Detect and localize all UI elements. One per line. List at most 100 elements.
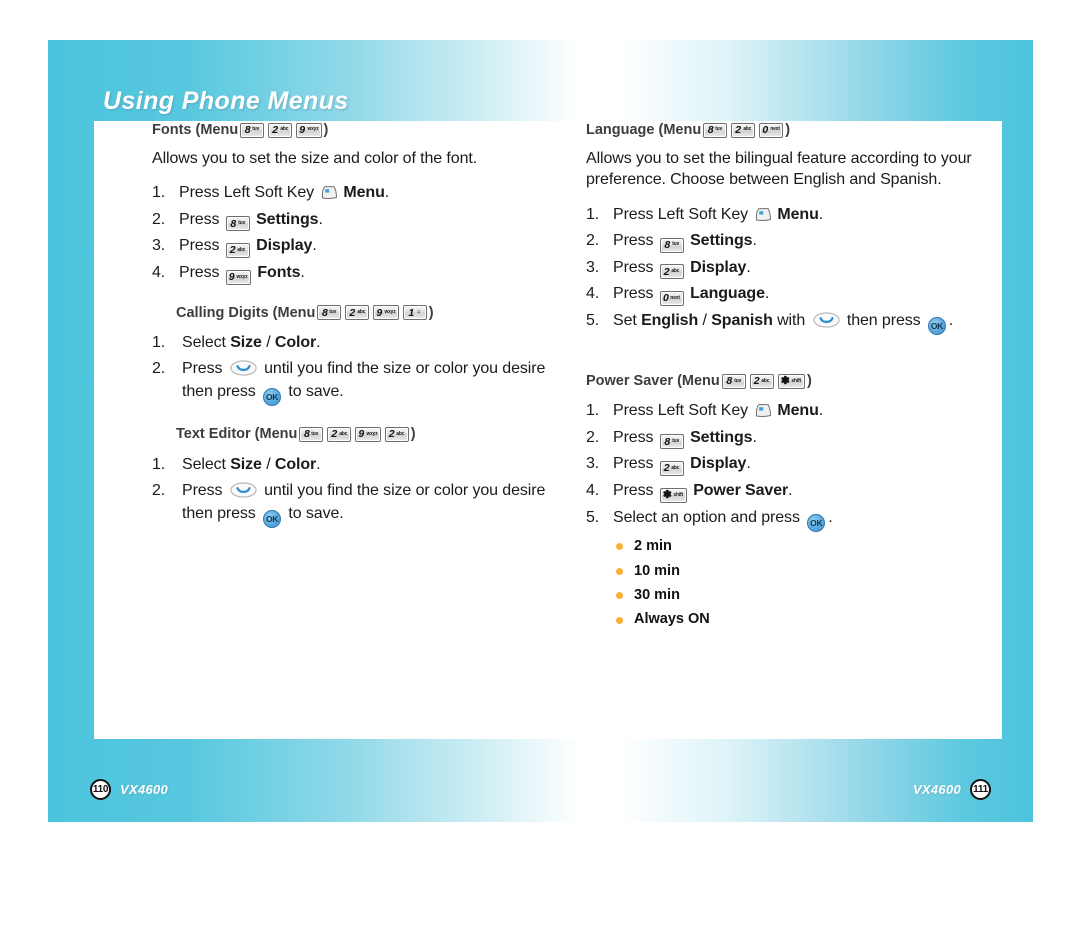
step-bold-english: English bbox=[641, 312, 699, 330]
key-2: 2 abc bbox=[659, 264, 684, 280]
step-bold: Fonts bbox=[257, 264, 301, 282]
step-number: 4. bbox=[586, 285, 600, 303]
left-page-column: Fonts (Menu 8 tuv 2 abc 9 wxyz ) Allows you… bbox=[152, 121, 552, 531]
key-1: 1 ☺ bbox=[402, 305, 427, 321]
step-period: . bbox=[752, 428, 757, 446]
step-number: 1. bbox=[586, 205, 600, 223]
list-item: 3. Press 2 abc Display. bbox=[586, 256, 986, 280]
step-bold-size: Size bbox=[230, 333, 262, 351]
section-title-close-paren: ) bbox=[785, 122, 791, 138]
step-number: 3. bbox=[586, 455, 600, 473]
ok-key-icon: OK bbox=[263, 510, 282, 529]
list-item: 3. Press 2 abc Display. bbox=[586, 452, 986, 477]
step-text: then press bbox=[842, 312, 925, 330]
key-2: 2 abc bbox=[384, 427, 409, 443]
key-0: 0 next bbox=[659, 291, 684, 307]
step-body: Press Left Soft Key Menu. bbox=[179, 181, 552, 204]
step-number: 3. bbox=[152, 237, 166, 255]
step-text: Press bbox=[613, 258, 658, 276]
key-2: 2 abc bbox=[225, 243, 250, 259]
section-heading-power-saver: Power Saver (Menu 8 tuv 2 abc ✽ shift ) bbox=[586, 372, 986, 390]
navigation-key-icon bbox=[230, 360, 257, 376]
step-bold-spanish: Spanish bbox=[711, 312, 773, 330]
left-soft-key-icon bbox=[320, 185, 339, 200]
step-period: . bbox=[746, 258, 751, 276]
list-item: 1. Press Left Soft Key Menu. bbox=[152, 181, 552, 204]
step-body: Press until you find the size or color y… bbox=[182, 357, 552, 407]
list-item: 10 min bbox=[616, 563, 986, 580]
option-label: Always ON bbox=[634, 611, 710, 628]
step-bold: Settings bbox=[690, 231, 753, 249]
step-bold: Settings bbox=[256, 210, 319, 228]
step-text: Select bbox=[182, 333, 231, 351]
step-period: . bbox=[318, 210, 323, 228]
step-period: . bbox=[948, 312, 954, 330]
section-title-fonts: Fonts (Menu bbox=[152, 122, 239, 138]
step-number: 1. bbox=[586, 402, 600, 420]
key-9: 9 wxyz bbox=[373, 305, 399, 321]
ok-key-icon: OK bbox=[927, 317, 946, 336]
step-body: Select Size / Color. bbox=[182, 331, 552, 354]
fonts-description: Allows you to set the size and color of … bbox=[152, 150, 478, 168]
step-period: . bbox=[300, 264, 305, 282]
ok-key-icon: OK bbox=[807, 514, 826, 533]
step-body: Press 8 tuv Settings. bbox=[613, 229, 986, 253]
language-steps: 1. Press Left Soft Key Menu. 2. Press 8t… bbox=[586, 203, 986, 336]
step-period: . bbox=[384, 184, 390, 202]
key-star: ✽ shift bbox=[659, 488, 687, 504]
step-period: . bbox=[316, 333, 321, 351]
step-body: Select Size / Color. bbox=[182, 453, 552, 476]
section-heading-text-editor: Text Editor (Menu 8 tuv 2 abc 9 wxyz 2 abc ) bbox=[176, 425, 552, 443]
power-saver-steps: 1. Press Left Soft Key Menu. 2. Press 8t… bbox=[586, 399, 986, 533]
key-2: 2 abc bbox=[659, 461, 684, 477]
section-title-power-saver: Power Saver (Menu bbox=[586, 373, 720, 390]
fonts-steps: 1. Press Left Soft Key Menu. 2. Press 8t… bbox=[152, 181, 552, 285]
list-item: 1. Select Size / Color. bbox=[152, 453, 552, 476]
step-period: . bbox=[752, 231, 757, 249]
step-number: 4. bbox=[586, 482, 600, 500]
step-period: . bbox=[828, 509, 833, 527]
step-period: . bbox=[818, 402, 824, 420]
key-star: ✽ shift bbox=[777, 373, 805, 389]
step-bold: Power Saver bbox=[693, 482, 789, 500]
key-2: 2 abc bbox=[749, 373, 774, 389]
page-header: Using Phone Menus bbox=[103, 87, 703, 121]
step-text: Press Left Soft Key bbox=[613, 402, 753, 420]
navigation-key-icon bbox=[812, 312, 840, 328]
list-item: 2. Press 8 tuv Settings. bbox=[586, 426, 986, 450]
list-item: 2. Press until you find the size or colo… bbox=[152, 357, 552, 407]
list-item: 30 min bbox=[616, 587, 986, 604]
bullet-dot-icon bbox=[616, 543, 623, 551]
calling-digits-steps: 1. Select Size / Color. 2. Press until y… bbox=[152, 331, 552, 407]
list-item: 3. Press 2 abc Display. bbox=[152, 234, 552, 259]
power-saver-options: 2 min 10 min 30 min Always ON bbox=[586, 538, 986, 629]
section-title-language: Language (Menu bbox=[586, 122, 702, 138]
language-description: Allows you to set the bilingual feature … bbox=[586, 150, 972, 189]
step-text: Press bbox=[179, 237, 224, 255]
ok-key-icon: OK bbox=[263, 388, 282, 407]
list-item: 1. Select Size / Color. bbox=[152, 331, 552, 354]
step-period: . bbox=[312, 237, 317, 255]
key-9: 9 wxyz bbox=[225, 269, 251, 285]
step-number: 2. bbox=[586, 428, 600, 446]
step-body: Press 2 abc Display. bbox=[613, 452, 986, 477]
text-editor-steps: 1. Select Size / Color. 2. Press until y… bbox=[152, 453, 552, 529]
left-soft-key-icon bbox=[754, 403, 773, 418]
content-columns: Fonts (Menu 8 tuv 2 abc 9 wxyz ) Allows you… bbox=[94, 121, 1002, 739]
step-number: 4. bbox=[152, 264, 166, 282]
step-text: Set bbox=[613, 312, 642, 330]
step-bold-color: Color bbox=[274, 455, 317, 473]
key-8: 8 tuv bbox=[703, 122, 728, 138]
step-body: Select an option and press OK. bbox=[613, 506, 986, 533]
list-item: 5. Set English / Spanish with then press… bbox=[586, 309, 986, 336]
key-2: 2 abc bbox=[731, 122, 756, 138]
section-title-close-paren: ) bbox=[806, 373, 812, 390]
step-number: 3. bbox=[586, 258, 600, 276]
step-text: Press Left Soft Key bbox=[613, 205, 753, 223]
page-title: Using Phone Menus bbox=[103, 87, 349, 115]
key-8: 8 tuv bbox=[659, 434, 684, 450]
left-soft-key-icon bbox=[754, 207, 773, 222]
navigation-key-icon bbox=[230, 482, 257, 498]
step-bold: Display bbox=[690, 455, 747, 473]
step-bold-size: Size bbox=[230, 455, 262, 473]
